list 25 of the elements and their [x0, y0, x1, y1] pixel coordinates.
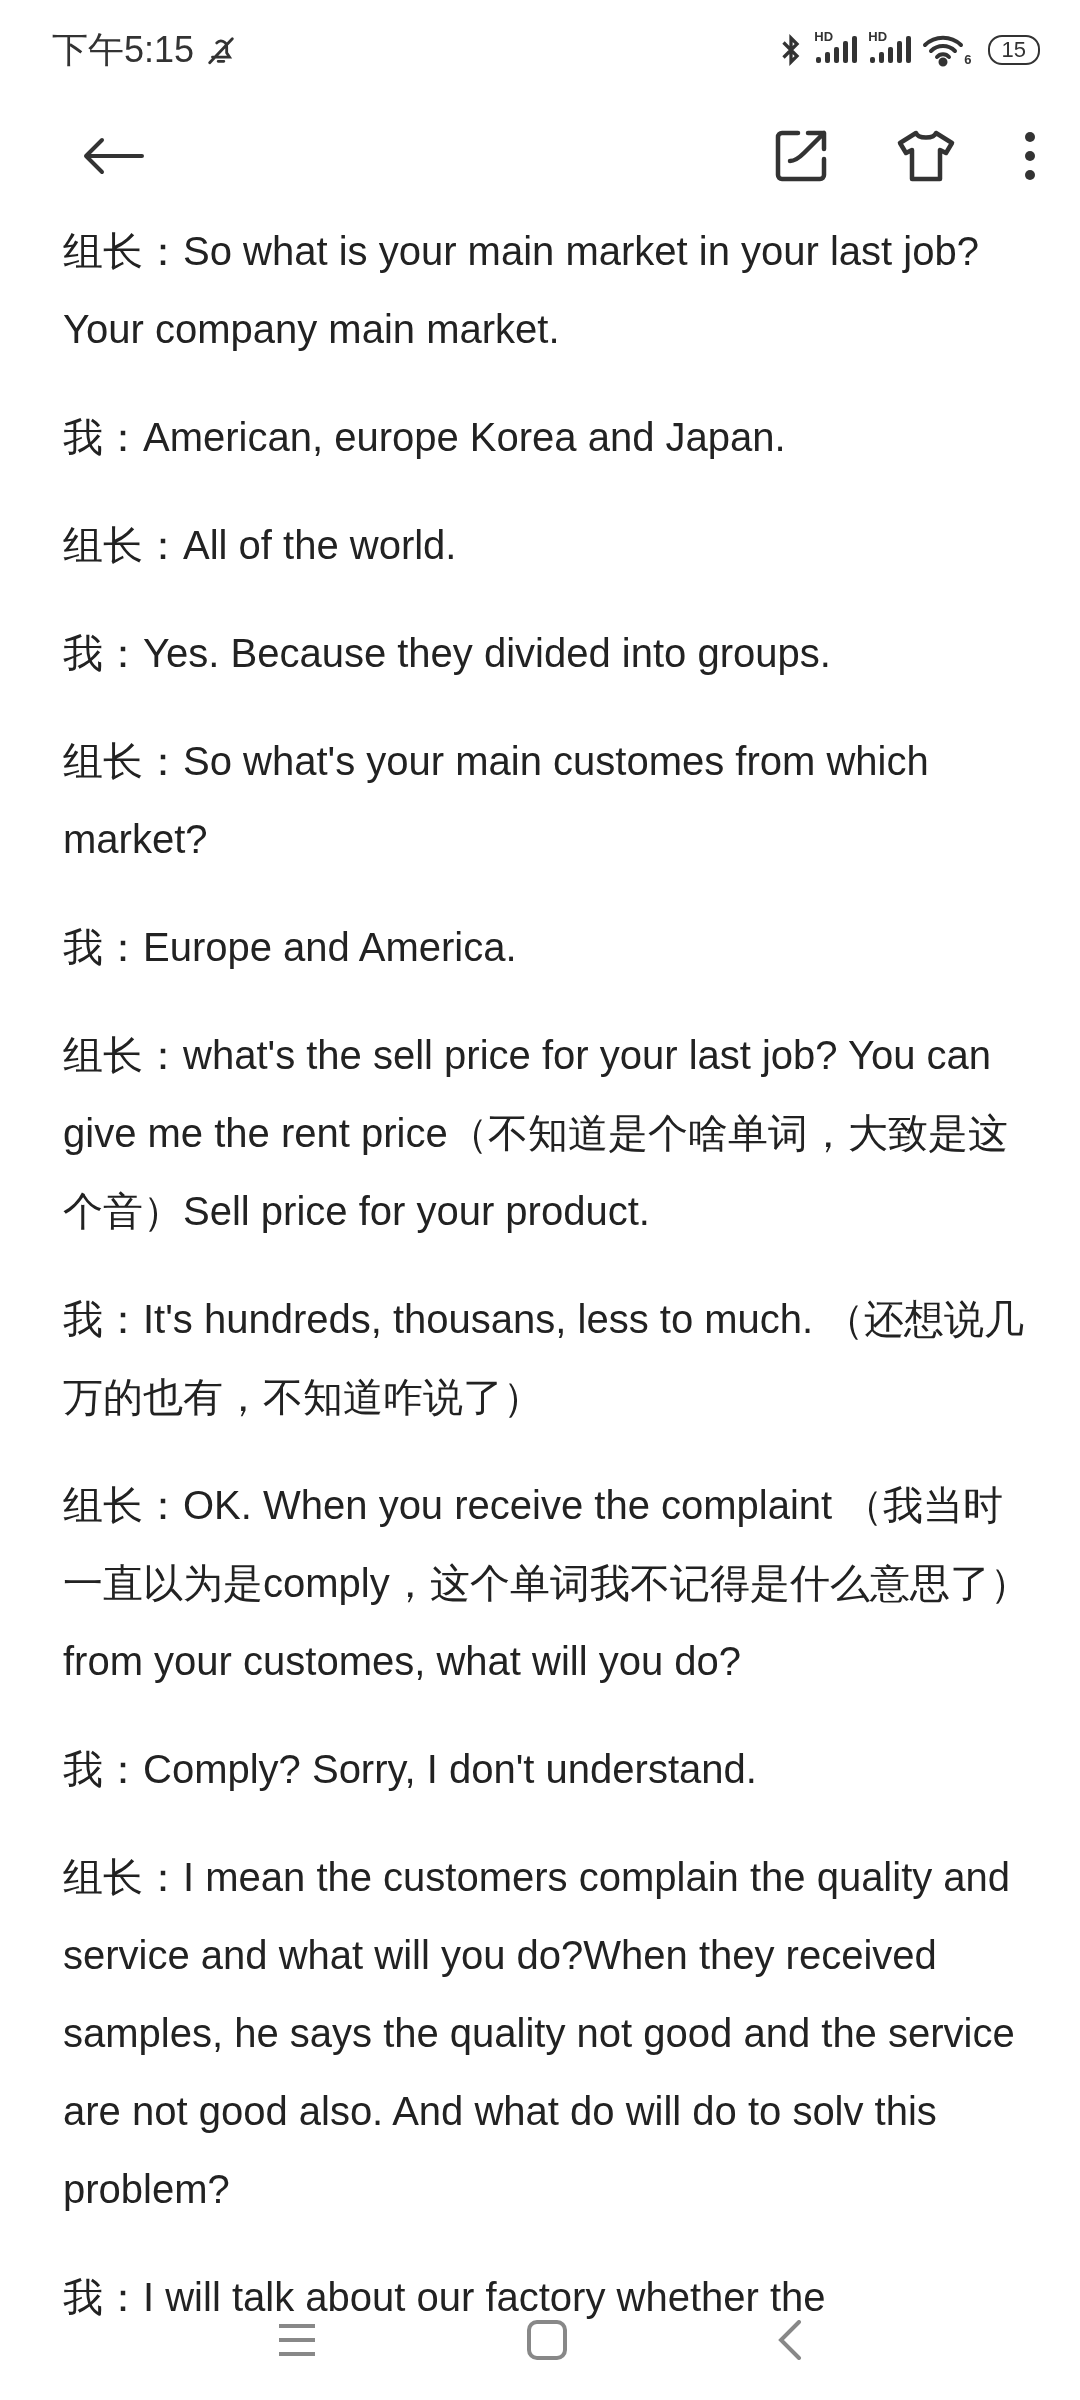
share-icon [774, 129, 828, 183]
dialogue-paragraph: 组长：So what is your main market in your last job? Your company main market. [63, 228, 980, 353]
wifi-label: 6 [964, 52, 972, 67]
hd-label: HD [814, 29, 834, 44]
menu-icon[interactable] [277, 2322, 317, 2358]
dialogue-paragraph: 组长：what's the sell price for your last job? You can give me the rent price（不知道是个啥单词，大致是这个音）Sell price for your product. [63, 1032, 1009, 1235]
dialogue-paragraph: 组长：I mean the customers complain the quality and service and what will you do?When they received samples, he says the quality not good and the service are not good also. And what do will do to solv this problem? [63, 1854, 1016, 2213]
wifi-icon [922, 33, 965, 67]
dialogue-paragraph: 我：I will talk about our factory whether the [63, 2274, 827, 2321]
dialogue-paragraph: 我：Europe and America. [63, 924, 518, 971]
dialogue-paragraph: 我：It's hundreds, thousans, less to much. （还想说几万的也有，不知道咋说了） [63, 1296, 1026, 1421]
dialogue-paragraph: 我：American, europe Korea and Japan. [63, 414, 787, 461]
dialogue-paragraph: 组长：All of the world. [63, 522, 458, 569]
dialogue-paragraph: 我：Comply? Sorry, I don't understand. [63, 1746, 758, 1793]
battery-indicator: 15 [987, 35, 1040, 65]
hd-label: HD [868, 29, 888, 44]
tshirt-icon [896, 129, 956, 183]
dialogue-paragraph: 我：Yes. Because they divided into groups. [63, 630, 832, 677]
back-arrow-icon [82, 136, 146, 176]
home-icon[interactable] [527, 2320, 567, 2360]
dialogue-paragraph: 组长：OK. When you receive the complaint （我当时一直以为是comply，这个单词我不记得是什么意思了）from your customes, what will you do? [63, 1482, 1031, 1685]
more-icon [1024, 131, 1036, 181]
back-icon[interactable] [777, 2320, 803, 2360]
status-time: 下午5:15 [52, 27, 195, 72]
dialogue-paragraph: 组长：So what's your main customes from which market? [63, 738, 930, 863]
